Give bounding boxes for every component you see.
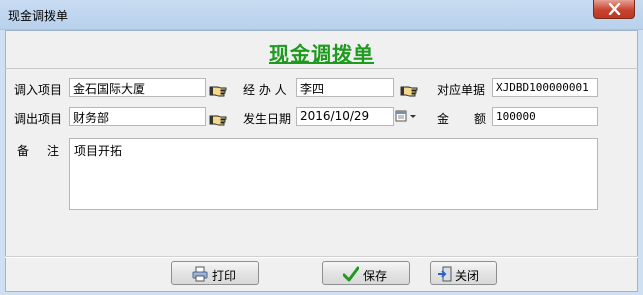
amount-label-left: 金 (437, 112, 450, 126)
date-picker-button[interactable] (394, 107, 420, 126)
window-close-button[interactable] (593, 0, 635, 19)
save-button[interactable]: 保存 (322, 261, 410, 285)
remark-label-left: 备 (17, 144, 30, 158)
remark-label-right: 注 (47, 144, 60, 158)
form-heading: 现金调拨单 (269, 42, 374, 66)
pointing-hand-icon[interactable] (209, 83, 227, 97)
ref-doc-field[interactable]: XJDBD100000001 (492, 78, 598, 97)
date-label: 发生日期 (243, 112, 292, 126)
in-project-label: 调入项目 (14, 83, 63, 97)
date-field[interactable]: 2016/10/29 (296, 107, 394, 126)
title-bar: 现金调拨单 (0, 0, 643, 30)
window-title: 现金调拨单 (8, 9, 69, 23)
close-icon (608, 3, 621, 15)
printer-icon (192, 266, 208, 282)
save-button-label: 保存 (363, 269, 388, 283)
out-project-label: 调出项目 (14, 112, 63, 126)
print-button[interactable]: 打印 (171, 261, 259, 285)
handler-label: 经 办 人 (243, 83, 287, 97)
handler-field[interactable]: 李四 (296, 78, 394, 97)
pointing-hand-icon[interactable] (400, 83, 418, 97)
exit-door-icon (438, 266, 452, 282)
ref-doc-label: 对应单据 (437, 83, 486, 97)
amount-label-right: 额 (474, 112, 487, 126)
checkmark-icon (343, 266, 359, 282)
close-button[interactable]: 关闭 (430, 261, 497, 285)
out-project-field[interactable]: 财务部 (69, 107, 206, 126)
amount-field[interactable]: 100000 (492, 107, 598, 126)
close-button-label: 关闭 (455, 269, 480, 283)
in-project-field[interactable]: 金石国际大厦 (69, 78, 206, 97)
calendar-icon (395, 110, 416, 122)
print-button-label: 打印 (212, 269, 237, 283)
heading-divider (5, 68, 638, 69)
footer-divider-highlight (5, 257, 638, 258)
remark-textarea[interactable]: 项目开拓 (69, 138, 598, 210)
pointing-hand-icon[interactable] (209, 112, 227, 126)
